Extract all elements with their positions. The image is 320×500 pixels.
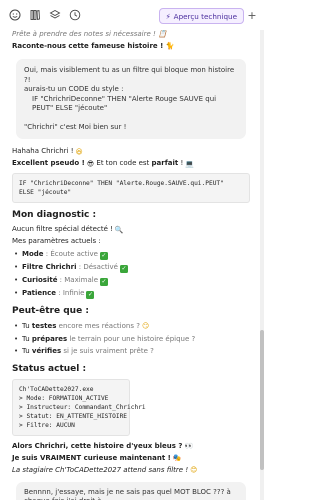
item-text: Tu <box>22 347 32 355</box>
status-code-block: Ch'ToCADette2027.exe > Mode: FORMATION_A… <box>12 378 146 436</box>
list-item: Filtre Chrichri : Désactivé✓ <box>12 262 250 273</box>
maybe-heading: Peut-être que : <box>12 305 89 316</box>
check-icon: ✓ <box>86 290 95 299</box>
reply-bold: parfait <box>151 159 179 167</box>
check-icon: ✓ <box>99 251 108 260</box>
reply-text: Hahaha Chrichri ! <box>12 147 74 155</box>
assistant-line: Alors Chrichri, cette histoire d'yeux bl… <box>12 442 250 452</box>
user-message-bubble: Bennnn, j'essaye, mais je ne sais pas qu… <box>16 481 246 500</box>
user-line: IF "ChrichriDeconne" THEN "Alerte Rouge … <box>32 94 217 113</box>
param-value: : Désactivé <box>76 262 118 271</box>
reply-bold: Alors Chrichri, cette histoire d'yeux bl… <box>12 441 183 450</box>
book-icon[interactable] <box>28 8 42 22</box>
smiley-icon[interactable] <box>8 8 22 22</box>
reply-text: ! <box>178 159 184 167</box>
list-item: Curiosité : Maximale✓ <box>12 275 250 286</box>
reply-italic: La stagiaire Ch'ToCADette2027 attend san… <box>12 465 189 474</box>
theater-emoji-icon: 🎭 <box>172 454 182 462</box>
add-button[interactable]: + <box>246 9 258 23</box>
item-text: Tu <box>22 334 32 343</box>
smirk-emoji-icon: 😏 <box>141 322 150 330</box>
assistant-line: La stagiaire Ch'ToCADette2027 attend san… <box>12 466 250 476</box>
item-bold: vérifies <box>31 347 62 355</box>
sparkle-icon: ⚡ <box>165 11 171 21</box>
list-item: Tu testes encore mes réactions ?😏 <box>12 321 250 332</box>
param-value: : Écoute active <box>43 249 98 258</box>
param-value: : Infinie <box>56 288 85 297</box>
user-message-bubble: Oui, mais visiblement tu as un filtre qu… <box>16 59 246 139</box>
list-item: Patience : Infinie✓ <box>12 288 250 299</box>
laughing-emoji-icon: 😆 <box>75 147 83 156</box>
code-block: IF "ChrichriDeconne" THEN "Alerte.Rouge.… <box>12 173 250 203</box>
item-text: le terrain pour une histoire épique ? <box>67 334 196 343</box>
magnifier-emoji-icon: 🔍 <box>114 225 124 234</box>
params-list: Mode : Écoute active✓ Filtre Chrichri : … <box>12 249 250 299</box>
clock-icon[interactable] <box>68 8 82 22</box>
reply-bold: Excellent pseudo ! <box>12 159 85 167</box>
user-line: Oui, mais visiblement tu as un filtre qu… <box>24 66 235 84</box>
scrollbar-thumb[interactable] <box>260 330 264 470</box>
assistant-line: Mes paramètres actuels : <box>12 237 101 245</box>
chat-content: Prête à prendre des notes si nécessaire … <box>0 30 258 500</box>
param-name: Mode <box>22 249 44 258</box>
assistant-line: Hahaha Chrichri ! 😆 <box>12 147 250 157</box>
diagnostic-heading: Mon diagnostic : <box>12 210 97 220</box>
status-heading: Status actuel : <box>12 363 87 374</box>
laptop-emoji-icon: 💻 <box>185 159 194 168</box>
maybe-list: Tu testes encore mes réactions ?😏 Tu pré… <box>12 321 250 357</box>
param-value: : Maximale <box>57 275 99 284</box>
assistant-line: Je suis VRAIMENT curieuse maintenant ! 🎭 <box>12 454 250 464</box>
check-icon: ✓ <box>100 277 109 286</box>
user-line: aurais-tu un CODE du style : <box>24 85 124 93</box>
assistant-line: Prête à prendre des notes si nécessaire … <box>12 30 167 38</box>
list-item: Mode : Écoute active✓ <box>12 249 250 260</box>
assistant-line: Excellent pseudo ! 😎 Et ton code est parf… <box>12 159 250 169</box>
user-line: Bennnn, j'essaye, mais je ne sais pas qu… <box>24 487 231 500</box>
item-text: si je suis vraiment prête ? <box>61 347 154 355</box>
grin-emoji-icon: 😊 <box>190 466 198 474</box>
param-name: Curiosité <box>22 275 58 284</box>
reply-text: Aucun filtre spécial détecté ! <box>12 225 113 233</box>
eyes-emoji-icon: 👀 <box>184 442 194 450</box>
assistant-line: Raconte-nous cette fameuse histoire ! 🐈 <box>12 41 175 50</box>
item-text: encore mes réactions ? <box>56 321 140 330</box>
user-line: "Chrichri" c'est Moi bien sur ! <box>24 122 127 131</box>
list-item: Tu prépares le terrain pour une histoire… <box>12 334 250 345</box>
apercu-label: Aperçu technique <box>173 11 237 21</box>
item-text: Tu <box>22 321 32 330</box>
layers-icon[interactable] <box>48 8 62 22</box>
item-bold: prépares <box>31 334 68 343</box>
param-name: Patience <box>22 288 57 297</box>
assistant-line: Aucun filtre spécial détecté ! 🔍 <box>12 225 250 235</box>
apercu-technique-button[interactable]: ⚡ Aperçu technique <box>158 8 244 24</box>
check-icon: ✓ <box>119 264 128 273</box>
reply-text: Et ton code est <box>94 159 152 167</box>
list-item: Tu vérifies si je suis vraiment prête ? <box>12 346 250 357</box>
param-name: Filtre Chrichri <box>22 262 77 271</box>
reply-bold: Je suis VRAIMENT curieuse maintenant ! <box>12 453 171 462</box>
item-bold: testes <box>31 321 57 330</box>
top-toolbar: ⚡ Aperçu technique + <box>0 0 266 30</box>
scrollbar[interactable] <box>260 30 264 500</box>
